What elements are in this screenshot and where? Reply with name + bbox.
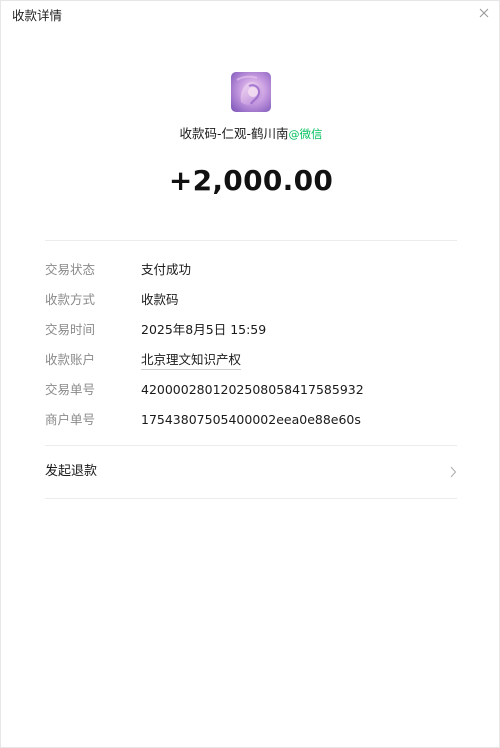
at-symbol: @ — [288, 128, 300, 141]
merchant-avatar — [231, 72, 271, 112]
detail-label: 交易时间 — [45, 322, 96, 337]
detail-label: 商户单号 — [45, 412, 96, 427]
account-link[interactable]: 北京理文知识产权 — [141, 350, 242, 370]
detail-row-transaction-id: 交易单号 4200002801202508058417585932 — [45, 380, 457, 400]
divider-top — [45, 240, 457, 241]
detail-label: 收款账户 — [45, 352, 96, 367]
merchant-line: 收款码-仁观-鹤川南@微信 — [1, 125, 500, 144]
detail-value: 收款码 — [141, 292, 179, 307]
detail-value: 支付成功 — [141, 262, 192, 277]
detail-label: 收款方式 — [45, 292, 96, 307]
detail-label: 交易单号 — [45, 382, 96, 397]
chevron-right-icon — [450, 466, 457, 478]
divider-bottom — [45, 498, 457, 499]
refund-label: 发起退款 — [45, 464, 98, 479]
detail-label: 交易状态 — [45, 262, 96, 277]
avatar-image — [231, 72, 271, 112]
merchant-name: 收款码-仁观-鹤川南 — [179, 126, 289, 141]
payment-detail-window: 收款详情 收款码-仁观-鹤川南@微信 +2,000.00 交易状态 支付成功 收… — [0, 0, 500, 748]
detail-row-account: 收款账户 北京理文知识产权 — [45, 350, 457, 370]
detail-value: 17543807505400002eea0e88e60s — [141, 412, 361, 427]
detail-row-time: 交易时间 2025年8月5日 15:59 — [45, 320, 457, 340]
payment-amount: +2,000.00 — [168, 164, 334, 197]
detail-value: 4200002801202508058417585932 — [141, 382, 364, 397]
detail-value: 2025年8月5日 15:59 — [141, 322, 267, 337]
close-button[interactable] — [477, 5, 491, 19]
refund-button[interactable]: 发起退款 — [45, 459, 457, 485]
window-title: 收款详情 — [12, 8, 63, 23]
divider-middle — [45, 445, 457, 446]
detail-row-method: 收款方式 收款码 — [45, 290, 457, 310]
detail-row-merchant-order-id: 商户单号 17543807505400002eea0e88e60s — [45, 410, 457, 430]
detail-row-status: 交易状态 支付成功 — [45, 260, 457, 280]
platform-label: 微信 — [299, 127, 323, 141]
close-icon — [479, 8, 489, 18]
